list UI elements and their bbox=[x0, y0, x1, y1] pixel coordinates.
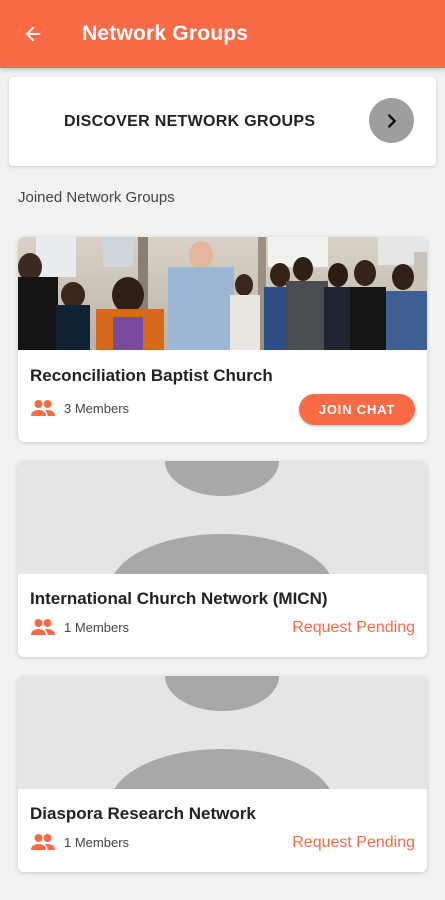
people-icon bbox=[31, 400, 55, 416]
group-card[interactable]: Reconciliation Baptist Church 3 Members … bbox=[18, 237, 427, 442]
chevron-right-icon bbox=[387, 113, 396, 128]
members-count: 3 Members bbox=[64, 400, 130, 416]
group-name: International Church Network (MICN) bbox=[30, 589, 328, 608]
members-row: 1 Members bbox=[30, 618, 129, 636]
members-count: 1 Members bbox=[64, 619, 130, 635]
discover-groups-card[interactable]: DISCOVER NETWORK GROUPS bbox=[9, 77, 436, 166]
discover-arrow-button[interactable] bbox=[369, 98, 414, 143]
group-photo bbox=[18, 237, 427, 350]
request-pending-status: Request Pending bbox=[292, 834, 415, 851]
group-name: Reconciliation Baptist Church bbox=[30, 366, 273, 385]
group-card[interactable]: International Church Network (MICN) 1 Me… bbox=[18, 461, 427, 657]
avatar-placeholder-icon bbox=[18, 461, 427, 574]
join-chat-button[interactable]: JOIN CHAT bbox=[299, 394, 415, 425]
group-name: Diaspora Research Network bbox=[30, 804, 256, 823]
people-icon bbox=[31, 619, 55, 635]
arrow-left-icon bbox=[25, 26, 41, 42]
app-bar: Network Groups bbox=[0, 0, 445, 68]
page-title: Network Groups bbox=[82, 22, 249, 45]
discover-groups-label: DISCOVER NETWORK GROUPS bbox=[64, 113, 316, 130]
members-row: 1 Members bbox=[30, 833, 129, 851]
avatar-placeholder-icon bbox=[18, 676, 427, 789]
back-button[interactable] bbox=[16, 17, 50, 51]
group-card[interactable]: Diaspora Research Network 1 Members Requ… bbox=[18, 676, 427, 872]
members-row: 3 Members bbox=[30, 399, 129, 417]
members-count: 1 Members bbox=[64, 834, 130, 850]
joined-groups-heading: Joined Network Groups bbox=[18, 189, 175, 206]
congregation-photo bbox=[18, 237, 427, 350]
people-icon bbox=[31, 834, 55, 850]
request-pending-status: Request Pending bbox=[292, 619, 415, 636]
group-avatar-placeholder bbox=[18, 676, 427, 789]
group-avatar-placeholder bbox=[18, 461, 427, 574]
